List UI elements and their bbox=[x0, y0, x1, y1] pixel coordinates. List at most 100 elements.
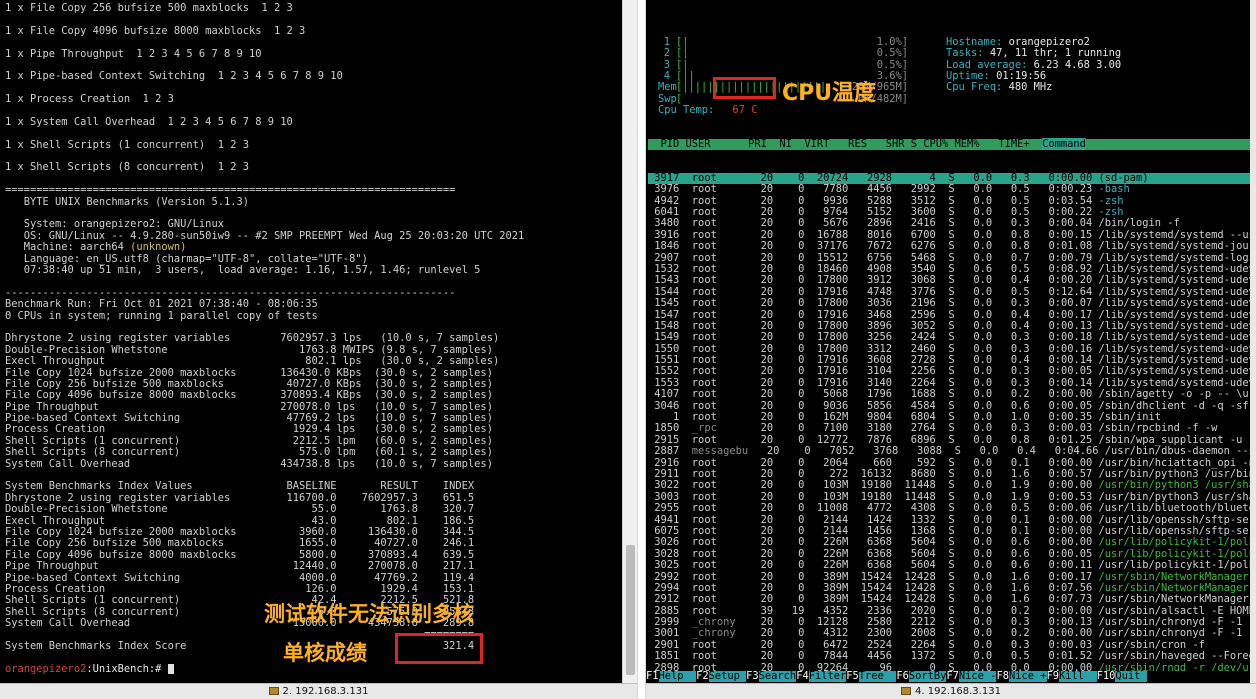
process-user: root bbox=[685, 502, 749, 515]
left-terminal[interactable]: 1 x File Copy 256 bufsize 500 maxblocks … bbox=[0, 0, 622, 683]
process-user: root bbox=[685, 593, 749, 606]
fkey-f5[interactable]: F5 bbox=[846, 670, 859, 682]
process-command: -zsh bbox=[1098, 206, 1124, 218]
fkey-label[interactable]: Search bbox=[758, 670, 797, 683]
process-user: root bbox=[685, 376, 749, 389]
process-cpu: 0.0 bbox=[960, 206, 999, 218]
process-user: root bbox=[685, 490, 749, 503]
terminal-line: File Copy 4096 bufsize 8000 maxblocks 37… bbox=[5, 389, 493, 402]
process-time: 0:00.17 bbox=[1035, 308, 1099, 321]
process-time: 0:00.13 bbox=[1035, 319, 1099, 332]
process-command: /lib/systemd/systemd-udevd bbox=[1098, 354, 1251, 367]
fkey-label[interactable]: Nice - bbox=[958, 670, 997, 683]
right-terminal[interactable]: 1 [| 1.0%] 2 [| 0.5%] 3 [| 0.5%] 4 [|| 3.6%] Mem[|||… bbox=[646, 0, 1250, 683]
right-status-tab[interactable]: 4. 192.168.3.131 bbox=[915, 686, 1001, 697]
process-command: /usr/sbin/cron -f bbox=[1098, 638, 1205, 651]
process-virt: 7844 bbox=[810, 650, 855, 663]
process-ni: 0 bbox=[779, 376, 811, 389]
process-virt: 37176 bbox=[810, 240, 855, 253]
fkey-f2[interactable]: F2 bbox=[696, 670, 709, 682]
process-shr: 5468 bbox=[898, 251, 943, 264]
process-mem: 0.5 bbox=[998, 194, 1036, 207]
process-mem: 0.2 bbox=[998, 604, 1036, 617]
fkey-label[interactable]: Quit bbox=[1115, 670, 1147, 683]
process-state: S bbox=[942, 388, 961, 401]
fkey-f6[interactable]: F6 bbox=[896, 670, 909, 682]
process-shr: 3052 bbox=[898, 319, 943, 332]
left-terminal-scrollbar[interactable] bbox=[622, 0, 637, 683]
process-list[interactable]: 3917 root 20 0 20724 2928 4 S 0.0 0.3 0:… bbox=[648, 171, 1251, 683]
process-pid: 3917 bbox=[648, 171, 686, 184]
process-state: S bbox=[942, 513, 961, 526]
process-virt: 17800 bbox=[810, 342, 855, 355]
process-state: S bbox=[942, 251, 961, 264]
fkey-f7[interactable]: F7 bbox=[946, 670, 959, 682]
process-ni: 0 bbox=[779, 638, 811, 651]
process-shr: 4584 bbox=[898, 399, 943, 412]
fkey-label[interactable]: Nice + bbox=[1008, 670, 1047, 683]
htop-column-header[interactable]: PID USER PRI NI VIRT RES SHR S CPU% MEM%… bbox=[648, 137, 1250, 151]
fkey-f10[interactable]: F10 bbox=[1097, 670, 1116, 682]
fkey-label[interactable]: Setup bbox=[708, 670, 747, 683]
process-pri: 20 bbox=[748, 593, 780, 606]
process-state: S bbox=[942, 285, 961, 298]
cpu-meter-bar: [|| bbox=[676, 69, 695, 82]
htop-header-command[interactable]: Command bbox=[1042, 137, 1086, 150]
fkey-label[interactable]: Filter bbox=[808, 670, 847, 683]
process-res: 3768 bbox=[860, 445, 905, 458]
htop-function-keys[interactable]: F1Help F2Setup F3SearchF4FilterF5Tree F6… bbox=[646, 670, 1250, 683]
process-command: /lib/systemd/systemd-logind bbox=[1098, 251, 1251, 264]
terminal-line: 1 x Process Creation 1 2 3 bbox=[5, 93, 174, 106]
terminal-line: 1 x Shell Scripts (8 concurrent) 1 2 3 bbox=[5, 161, 249, 174]
cpu-meter-value: 0.5%] bbox=[876, 47, 908, 60]
process-res: 5288 bbox=[854, 194, 899, 207]
process-user: root bbox=[685, 411, 749, 424]
process-res: 8016 bbox=[854, 228, 899, 241]
fkey-f8[interactable]: F8 bbox=[996, 670, 1009, 682]
fkey-label[interactable]: SortBy bbox=[908, 670, 947, 683]
pane-divider[interactable] bbox=[637, 0, 646, 699]
process-pid: 2992 bbox=[648, 570, 686, 583]
fkey-label[interactable]: Tree bbox=[858, 670, 897, 683]
process-state: S bbox=[942, 616, 961, 629]
process-state: S bbox=[942, 331, 961, 344]
process-time: 0:01.25 bbox=[1035, 433, 1099, 446]
process-res: 6368 bbox=[854, 536, 899, 549]
process-virt: 162M bbox=[810, 411, 855, 424]
process-user: root bbox=[685, 274, 749, 287]
fkey-f4[interactable]: F4 bbox=[796, 670, 809, 682]
process-virt: 11008 bbox=[810, 502, 855, 515]
fkey-f3[interactable]: F3 bbox=[746, 670, 759, 682]
process-time: 0:00.03 bbox=[1035, 422, 1099, 435]
left-status-tab[interactable]: 2. 192.168.3.131 bbox=[283, 686, 369, 697]
process-pri: 20 bbox=[748, 502, 780, 515]
process-pri: 20 bbox=[748, 479, 780, 492]
process-user: root bbox=[685, 354, 749, 367]
process-mem: 0.3 bbox=[998, 422, 1036, 435]
process-command: /usr/sbin/alsactl -E HOME=/run/alsa bbox=[1098, 604, 1251, 617]
process-user: root bbox=[685, 536, 749, 549]
process-virt: 389M bbox=[810, 593, 855, 606]
fkey-f9[interactable]: F9 bbox=[1047, 670, 1060, 682]
process-res: 3036 bbox=[854, 297, 899, 310]
fkey-f1[interactable]: F1 bbox=[646, 670, 659, 682]
process-mem: 0.6 bbox=[998, 536, 1036, 549]
process-pid: 3025 bbox=[648, 559, 686, 572]
process-ni: 0 bbox=[779, 524, 811, 537]
process-mem: 0.3 bbox=[998, 297, 1036, 310]
process-time: 0:00.14 bbox=[1035, 354, 1099, 367]
process-state: S bbox=[942, 411, 961, 424]
process-pid: 1552 bbox=[648, 365, 686, 378]
process-state: S bbox=[942, 228, 961, 241]
process-mem: 0.8 bbox=[998, 433, 1036, 446]
process-virt: 9764 bbox=[810, 206, 855, 218]
left-scroll-thumb[interactable] bbox=[626, 545, 635, 675]
process-command: /lib/systemd/systemd-udevd bbox=[1098, 319, 1251, 332]
process-pri: 20 bbox=[748, 262, 780, 275]
fkey-label[interactable]: Help bbox=[658, 670, 697, 683]
process-res: 3140 bbox=[854, 376, 899, 389]
terminal-line: System Call Overhead 434738.8 lps (10.0 … bbox=[5, 457, 493, 470]
terminal-line: ========================================… bbox=[5, 184, 456, 197]
fkey-label[interactable]: Kill bbox=[1059, 670, 1097, 683]
process-pri: 20 bbox=[748, 228, 780, 241]
